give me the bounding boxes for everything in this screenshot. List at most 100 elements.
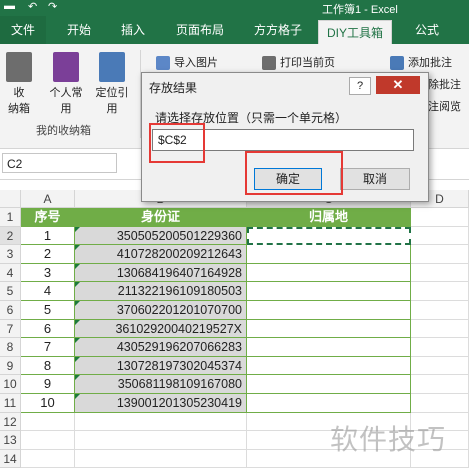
cell[interactable]: [411, 282, 469, 301]
id-cell[interactable]: 350505200501229360: [75, 226, 247, 246]
row-header[interactable]: 9: [0, 356, 21, 376]
row-header[interactable]: 10: [0, 375, 21, 394]
id-cell[interactable]: 139001201305230419: [75, 394, 247, 413]
row-header[interactable]: 5: [0, 282, 21, 301]
header-cell-id[interactable]: 身份证: [75, 208, 247, 227]
undo-icon[interactable]: ↶: [28, 0, 37, 13]
locate-reference-button[interactable]: 定位引 用: [92, 52, 132, 116]
person-icon: [53, 52, 79, 82]
watermark: 软件技巧: [330, 424, 447, 455]
column-header-a[interactable]: A: [21, 190, 75, 208]
cell[interactable]: [75, 449, 247, 469]
seq-cell[interactable]: 2: [21, 245, 75, 264]
tab-formulas[interactable]: 公式: [404, 16, 450, 44]
error-indicator-icon: [75, 301, 80, 306]
origin-cell[interactable]: [247, 226, 411, 246]
id-cell[interactable]: 130684196407164928: [75, 263, 247, 283]
row-header[interactable]: 7: [0, 319, 21, 339]
origin-cell[interactable]: [247, 245, 411, 264]
cell[interactable]: [21, 449, 75, 469]
id-cell[interactable]: 130728197302045374: [75, 356, 247, 376]
origin-cell[interactable]: [247, 301, 411, 320]
row-header[interactable]: 4: [0, 263, 21, 283]
cell[interactable]: [411, 245, 469, 264]
cell[interactable]: [411, 208, 469, 227]
help-button[interactable]: ?: [349, 77, 371, 95]
ribbon-tab-bar: 文件 开始 插入 页面布局 方方格子 DIY工具箱 公式: [0, 16, 469, 45]
error-indicator-icon: [75, 375, 80, 381]
id-cell[interactable]: 430529196207066283: [75, 338, 247, 357]
add-note-button[interactable]: 添加批注: [390, 54, 452, 71]
error-indicator-icon: [75, 356, 80, 362]
personal-common-button[interactable]: 个人常 用: [44, 52, 88, 116]
id-cell[interactable]: 350681198109167080: [75, 375, 247, 394]
image-icon: [156, 56, 170, 71]
row-header[interactable]: 8: [0, 338, 21, 357]
seq-cell[interactable]: 8: [21, 356, 75, 376]
row-header[interactable]: 12: [0, 412, 21, 432]
seq-cell[interactable]: 7: [21, 338, 75, 357]
collect-box-button[interactable]: 收 纳箱: [2, 52, 36, 116]
origin-cell[interactable]: [247, 356, 411, 376]
tab-file[interactable]: 文件: [0, 16, 46, 44]
row-header[interactable]: 6: [0, 301, 21, 320]
import-image-button[interactable]: 导入图片: [156, 54, 218, 71]
cell[interactable]: [411, 375, 469, 394]
cell[interactable]: [21, 431, 75, 450]
origin-cell[interactable]: [247, 263, 411, 283]
error-indicator-icon: [75, 282, 80, 288]
row-header[interactable]: 2: [0, 226, 21, 246]
save-icon[interactable]: ▬: [4, 0, 15, 12]
origin-cell[interactable]: [247, 394, 411, 413]
select-all-corner[interactable]: [0, 190, 21, 208]
print-page-button[interactable]: 打印当前页: [262, 54, 335, 71]
origin-cell[interactable]: [247, 319, 411, 339]
row-header[interactable]: 13: [0, 431, 21, 450]
seq-cell[interactable]: 9: [21, 375, 75, 394]
seq-cell[interactable]: 5: [21, 301, 75, 320]
read-note-button[interactable]: 注阅览: [428, 98, 461, 114]
seq-cell[interactable]: 1: [21, 226, 75, 246]
cell[interactable]: [411, 394, 469, 413]
row-header[interactable]: 14: [0, 449, 21, 469]
id-cell[interactable]: 370602201201070700: [75, 301, 247, 320]
id-cell[interactable]: 410728200209212643: [75, 245, 247, 264]
note-add-icon: [390, 56, 404, 71]
cell[interactable]: [411, 319, 469, 339]
cell[interactable]: [411, 356, 469, 376]
id-cell[interactable]: 36102920040219527X: [75, 319, 247, 339]
row-header[interactable]: 3: [0, 245, 21, 264]
delete-note-button[interactable]: 除批注: [428, 76, 461, 92]
seq-cell[interactable]: 4: [21, 282, 75, 301]
seq-cell[interactable]: 6: [21, 319, 75, 339]
header-cell-origin[interactable]: 归属地: [247, 208, 411, 227]
tab-diy-toolbox[interactable]: DIY工具箱: [318, 20, 392, 45]
cell[interactable]: [411, 301, 469, 320]
row-header[interactable]: 1: [0, 208, 21, 227]
name-box[interactable]: C2: [2, 153, 117, 173]
cell[interactable]: [21, 412, 75, 432]
tab-home[interactable]: 开始: [56, 16, 102, 44]
cell[interactable]: [411, 226, 469, 246]
cell[interactable]: [75, 412, 247, 432]
tab-fangfang[interactable]: 方方格子: [246, 16, 310, 44]
highlight-input-box: [149, 123, 205, 163]
redo-icon[interactable]: ↷: [48, 0, 57, 13]
header-cell-seq[interactable]: 序号: [21, 208, 75, 227]
printer-icon: [262, 56, 276, 71]
highlight-ok-box: [245, 151, 343, 195]
close-button[interactable]: ✕: [376, 76, 420, 94]
tab-page-layout[interactable]: 页面布局: [168, 16, 232, 44]
row-header[interactable]: 11: [0, 394, 21, 413]
cell[interactable]: [411, 338, 469, 357]
id-cell[interactable]: 211322196109180503: [75, 282, 247, 301]
origin-cell[interactable]: [247, 338, 411, 357]
cell[interactable]: [411, 263, 469, 283]
origin-cell[interactable]: [247, 282, 411, 301]
origin-cell[interactable]: [247, 375, 411, 394]
seq-cell[interactable]: 10: [21, 394, 75, 413]
cancel-button[interactable]: 取消: [340, 168, 410, 190]
tab-insert[interactable]: 插入: [110, 16, 156, 44]
cell[interactable]: [75, 431, 247, 450]
seq-cell[interactable]: 3: [21, 263, 75, 283]
